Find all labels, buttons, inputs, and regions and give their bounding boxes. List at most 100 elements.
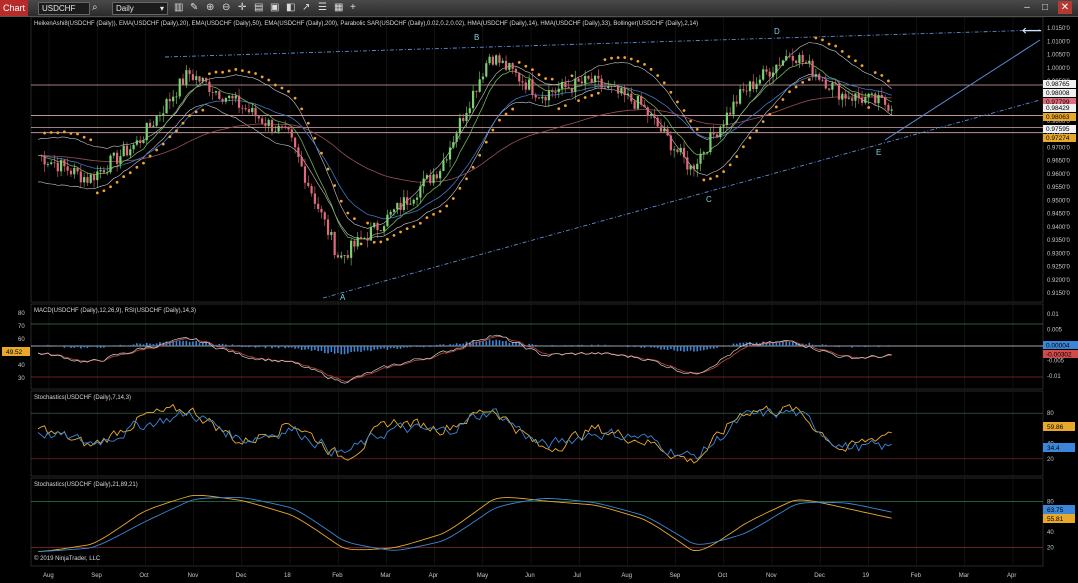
macd-histogram-bar (360, 346, 362, 352)
x-tick-label: Aug (43, 573, 54, 579)
stoch2-tick-label: 80 (1047, 499, 1054, 505)
price-tick-label: 0.9500'0 (1047, 198, 1070, 204)
macd-histogram-bar (300, 346, 303, 351)
sar-dot (854, 59, 857, 63)
candle-body (188, 70, 191, 75)
candle-body (162, 113, 165, 116)
candle-body (251, 107, 254, 113)
sar-dot (306, 121, 310, 125)
candle-body (198, 76, 201, 82)
x-tick-label: Apr (1007, 573, 1016, 579)
x-tick-label: Mar (380, 573, 390, 579)
candle-body (544, 96, 547, 101)
macd-histogram-bar (567, 345, 570, 346)
macd-histogram-bar (47, 344, 49, 346)
candle-body (228, 95, 231, 99)
candle-body (488, 56, 491, 64)
macd-histogram-bar (620, 345, 623, 346)
macd-histogram-bar (495, 339, 497, 346)
sar-dot (629, 57, 633, 61)
candle-body (837, 83, 841, 100)
candle-body (554, 92, 557, 93)
sar-dot (142, 161, 145, 165)
sar-dot (76, 132, 79, 136)
sar-dot (531, 68, 534, 72)
macd-histogram-bar (330, 346, 333, 352)
sar-dot (557, 107, 561, 111)
candle-body (478, 79, 481, 92)
macd-histogram-bar (389, 346, 392, 349)
candle-body (442, 160, 445, 172)
x-tick-label: 19 (862, 573, 869, 579)
candle-body (471, 90, 475, 109)
macd-histogram-bar (492, 340, 494, 346)
candle-body (590, 78, 593, 83)
macd-histogram-bar (581, 344, 583, 346)
sar-dot (610, 56, 613, 60)
candle-body (280, 125, 284, 127)
price-tick-label: 0.9300'0 (1047, 251, 1070, 257)
macd-histogram-bar (716, 346, 718, 348)
candle-body (102, 170, 106, 173)
candle-body (771, 72, 775, 77)
sar-dot (491, 128, 495, 132)
candle-body (702, 152, 705, 154)
arrow-left-icon[interactable]: ⟵ (1022, 23, 1042, 39)
macd-histogram-bar (366, 346, 369, 351)
macd-histogram-bar (287, 346, 290, 348)
macd-histogram-bar (785, 341, 788, 346)
sar-dot (873, 71, 877, 74)
candle-body (656, 117, 659, 127)
macd-histogram-bar (337, 346, 339, 354)
macd-histogram-bar (310, 346, 313, 351)
macd-histogram-bar (442, 344, 445, 346)
macd-histogram-bar (175, 341, 178, 346)
macd-histogram-bar (399, 346, 402, 349)
macd-histogram-bar (139, 343, 141, 346)
candle-body (755, 83, 758, 90)
candle-body (208, 81, 211, 92)
candle-body (330, 231, 333, 235)
candle-body (92, 174, 96, 181)
sar-dot (537, 73, 541, 77)
stoch1-panel (30, 390, 1044, 477)
price-panel-label: HeikenAshi8(USDCHF (Daily)), EMA(USDCHF … (34, 21, 698, 27)
wave-label-d: D (774, 27, 780, 36)
macd-tick-label: -0.01 (1047, 374, 1061, 380)
candle-body (99, 170, 102, 172)
macd-histogram-bar (788, 341, 791, 346)
macd-histogram-bar (824, 344, 827, 346)
candle-body (40, 155, 43, 157)
sar-dot (662, 81, 666, 85)
candle-body (844, 93, 847, 99)
macd-histogram-bar (709, 346, 712, 349)
sar-dot (544, 77, 548, 80)
candle-body (152, 125, 155, 127)
sar-dot (287, 89, 290, 93)
candle-body (402, 197, 405, 210)
candle-body (821, 79, 824, 81)
macd-histogram-bar (501, 341, 504, 346)
candle-body (574, 78, 577, 92)
candle-body (333, 231, 336, 256)
sar-dot (768, 113, 772, 116)
sar-dot (504, 112, 508, 116)
candle-body (290, 129, 293, 138)
candle-body (801, 54, 804, 63)
macd-histogram-bar (386, 346, 389, 350)
macd-histogram-bar (498, 340, 501, 346)
chart-canvas[interactable]: Aug Sep Oct Nov Dec 18 Feb Mar Apr May Jun Jul Aug Se… (0, 0, 1078, 583)
candle-body (623, 87, 626, 96)
macd-histogram-bar (590, 344, 593, 346)
sar-dot (247, 70, 251, 74)
candle-body (191, 74, 195, 80)
macd-histogram-bar (129, 345, 132, 346)
candle-body (307, 182, 310, 187)
sar-dot (194, 110, 198, 114)
macd-histogram-bar (419, 346, 422, 347)
price-tag-text: 0.98429 (1046, 105, 1070, 112)
candle-body (425, 175, 429, 179)
macd-histogram-bar (70, 346, 72, 348)
candle-body (834, 82, 837, 84)
sar-dot (498, 118, 501, 122)
